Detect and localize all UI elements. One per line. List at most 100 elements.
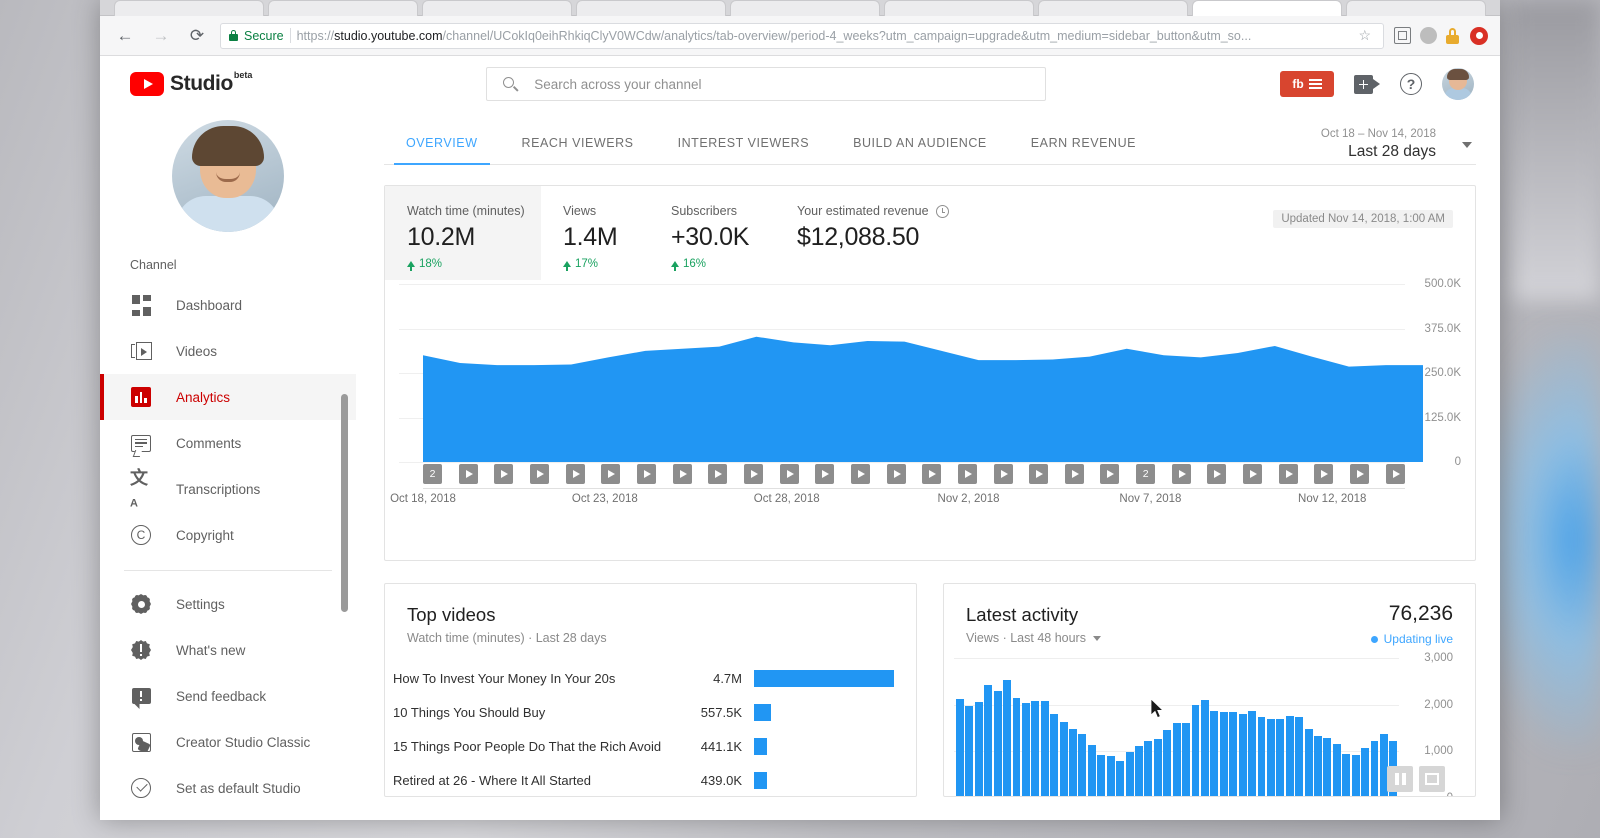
metric-estimated-revenue[interactable]: Your estimated revenue $12,088.50 [775, 186, 949, 280]
video-camera-plus-icon[interactable] [1354, 74, 1380, 94]
youtube-studio-page: Studio beta Search across your channel f… [100, 56, 1500, 820]
chevron-down-icon[interactable] [1092, 635, 1101, 641]
activity-bar [1314, 736, 1322, 796]
video-marker[interactable] [565, 464, 585, 484]
video-marker[interactable] [1064, 464, 1084, 484]
pause-icon[interactable] [1387, 766, 1413, 792]
clock-icon[interactable] [935, 204, 949, 218]
video-marker[interactable] [529, 464, 549, 484]
browser-tab[interactable] [114, 0, 264, 16]
video-marker[interactable] [1350, 464, 1370, 484]
reload-icon[interactable]: ⟳ [184, 23, 210, 49]
sidebar-item-creator-studio-classic[interactable]: Creator Studio Classic [100, 719, 356, 765]
video-marker[interactable]: 2 [1136, 464, 1156, 484]
browser-tab[interactable] [576, 0, 726, 16]
sidebar-item-whats-new[interactable]: What's new [100, 627, 356, 673]
top-video-row[interactable]: Retired at 26 - Where It All Started 439.… [393, 763, 894, 796]
sidebar-item-analytics[interactable]: Analytics [100, 374, 356, 420]
video-marker[interactable] [993, 464, 1013, 484]
metric-delta: 18% [407, 258, 541, 271]
search-input[interactable]: Search across your channel [486, 67, 1047, 101]
image-icon[interactable] [1419, 766, 1445, 792]
video-marker[interactable] [1029, 464, 1049, 484]
back-arrow-icon[interactable]: ← [112, 23, 138, 49]
chevron-down-icon[interactable] [1462, 141, 1472, 148]
video-marker[interactable] [922, 464, 942, 484]
video-marker[interactable] [779, 464, 799, 484]
fb-extension-button[interactable]: fb [1280, 71, 1334, 97]
metric-watch-time[interactable]: Watch time (minutes) 10.2M 18% [385, 186, 541, 280]
tab-interest-viewers[interactable]: INTEREST VIEWERS [656, 112, 832, 164]
sidebar-item-videos[interactable]: Videos [100, 328, 356, 374]
address-bar[interactable]: Secure https://studio.youtube.com/channe… [220, 22, 1384, 49]
tab-reach-viewers[interactable]: REACH VIEWERS [500, 112, 656, 164]
sidebar-item-send-feedback[interactable]: Send feedback [100, 673, 356, 719]
sidebar-item-settings[interactable]: Settings [100, 581, 356, 627]
video-marker[interactable] [601, 464, 621, 484]
copyright-icon: C [130, 524, 152, 546]
extension-icon[interactable] [1420, 27, 1437, 44]
video-marker[interactable] [708, 464, 728, 484]
forward-arrow-icon[interactable]: → [148, 23, 174, 49]
watch-time-area-chart[interactable]: 0 125.0K 250.0K 375.0K 500.0K 22 Oct 18, 201… [390, 278, 1461, 520]
browser-tab[interactable] [884, 0, 1034, 16]
tab-earn-revenue[interactable]: EARN REVENUE [1009, 112, 1158, 164]
video-marker[interactable] [886, 464, 906, 484]
sidebar-item-set-as-default-studio[interactable]: Set as default Studio [100, 765, 356, 811]
browser-tab[interactable] [730, 0, 880, 16]
video-marker[interactable] [458, 464, 478, 484]
video-marker[interactable] [1100, 464, 1120, 484]
video-marker[interactable] [1314, 464, 1334, 484]
metric-subscribers[interactable]: Subscribers +30.0K 16% [649, 186, 775, 280]
browser-tab-strip[interactable] [100, 0, 1500, 16]
video-marker[interactable] [1207, 464, 1227, 484]
tab-overview[interactable]: OVERVIEW [384, 112, 500, 165]
video-marker[interactable] [815, 464, 835, 484]
video-publish-markers[interactable]: 22 [423, 464, 1405, 486]
video-marker[interactable] [1278, 464, 1298, 484]
search-icon [503, 76, 519, 92]
activity-bar [1135, 745, 1143, 796]
top-video-row[interactable]: 15 Things Poor People Do That the Rich A… [393, 729, 894, 763]
video-marker[interactable] [1385, 464, 1405, 484]
lock-extension-icon[interactable] [1446, 27, 1461, 44]
sidebar-item-dashboard[interactable]: Dashboard [100, 282, 356, 328]
browser-tab[interactable] [1038, 0, 1188, 16]
video-marker[interactable] [957, 464, 977, 484]
top-video-row[interactable]: How To Invest Your Money In Your 20s 4.7M [393, 661, 894, 695]
x-tick-label: Nov 7, 2018 [1119, 493, 1182, 505]
top-video-row[interactable]: 10 Things You Should Buy 557.5K [393, 695, 894, 729]
channel-avatar[interactable] [172, 120, 284, 232]
video-marker[interactable] [494, 464, 514, 484]
video-marker[interactable] [743, 464, 763, 484]
studio-logo[interactable]: Studio beta [130, 70, 253, 96]
browser-tab-active[interactable] [1192, 0, 1342, 16]
video-marker[interactable] [1243, 464, 1263, 484]
browser-tab[interactable] [268, 0, 418, 16]
browser-tab[interactable] [422, 0, 572, 16]
beta-badge: beta [233, 70, 253, 80]
sidebar-scrollbar[interactable] [341, 394, 348, 612]
bookmark-star-icon[interactable]: ☆ [1354, 27, 1375, 44]
video-marker[interactable] [850, 464, 870, 484]
sidebar-item-comments[interactable]: Comments [100, 420, 356, 466]
video-marker[interactable] [672, 464, 692, 484]
latest-activity-bar-chart[interactable]: 0 1,000 2,000 3,000 [954, 652, 1453, 796]
sidebar-item-copyright[interactable]: C Copyright [100, 512, 356, 558]
video-bar-track [754, 669, 894, 687]
activity-count: 76,236 [1388, 602, 1453, 625]
record-extension-icon[interactable] [1470, 26, 1488, 45]
browser-tab[interactable] [1346, 0, 1486, 16]
video-marker[interactable] [636, 464, 656, 484]
metric-views[interactable]: Views 1.4M 17% [541, 186, 649, 280]
sidebar-item-transcriptions[interactable]: 文A Transcriptions [100, 466, 356, 512]
extension-icon[interactable] [1394, 27, 1411, 44]
video-marker[interactable] [1171, 464, 1191, 484]
video-marker[interactable]: 2 [423, 464, 442, 484]
latest-activity-panel: Latest activity Views · Last 48 hours 76… [943, 583, 1476, 797]
account-avatar[interactable] [1442, 68, 1474, 100]
x-tick-label: Nov 12, 2018 [1298, 493, 1367, 505]
tab-build-an-audience[interactable]: BUILD AN AUDIENCE [831, 112, 1009, 164]
date-range-selector[interactable]: Oct 18 – Nov 14, 2018 Last 28 days [1321, 112, 1476, 161]
help-icon[interactable]: ? [1400, 73, 1422, 95]
